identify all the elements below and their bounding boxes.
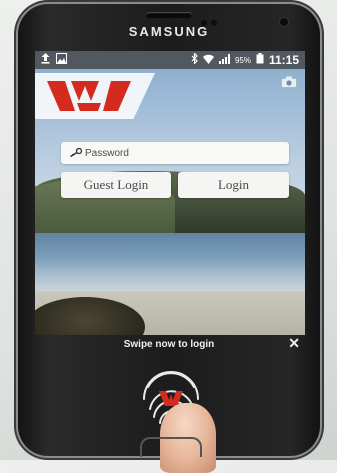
swipe-prompt: Swipe now to login [123,339,215,350]
close-icon[interactable]: ✕ [288,335,300,352]
phone-device: SAMSUNG 95% 11:15 Password Guest Login L… [18,4,320,473]
camera-icon[interactable] [281,75,297,88]
status-bar: 95% 11:15 [35,51,305,69]
clock: 11:15 [268,53,299,67]
earpiece-speaker [146,12,192,18]
password-field[interactable]: Password [61,142,289,164]
wifi-icon [202,54,214,67]
westpac-logo-icon [47,81,131,111]
upload-icon [41,53,50,67]
bluetooth-icon [191,52,198,67]
fingerprint-overlay: Swipe now to login ✕ [18,335,320,473]
background-sea [35,233,305,291]
battery-percent: 95% [234,55,251,65]
signal-icon [218,53,230,67]
battery-icon [256,53,264,67]
phone-screen: 95% 11:15 Password Guest Login Login [35,51,305,335]
guest-login-button[interactable]: Guest Login [61,172,171,198]
login-button[interactable]: Login [178,172,289,198]
brand-label: SAMSUNG [128,24,210,39]
password-placeholder: Password [85,147,129,159]
key-icon [65,144,85,162]
home-button[interactable] [140,437,202,457]
image-notification-icon [56,53,67,67]
